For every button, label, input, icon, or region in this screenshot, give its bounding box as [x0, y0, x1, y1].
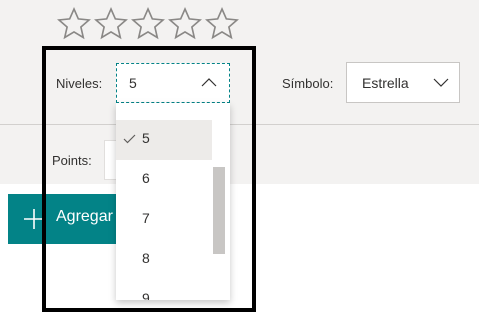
star-icon[interactable] [167, 6, 203, 42]
star-icon[interactable] [56, 6, 92, 42]
symbol-select[interactable]: Estrella [346, 62, 460, 103]
chevron-down-icon [433, 78, 449, 87]
star-icon[interactable] [130, 6, 166, 42]
symbol-selected-value: Estrella [362, 75, 409, 91]
star-icon[interactable] [93, 6, 129, 42]
symbol-label: Símbolo: [282, 76, 334, 91]
highlight-annotation-box [42, 46, 256, 312]
star-icon[interactable] [204, 6, 240, 42]
